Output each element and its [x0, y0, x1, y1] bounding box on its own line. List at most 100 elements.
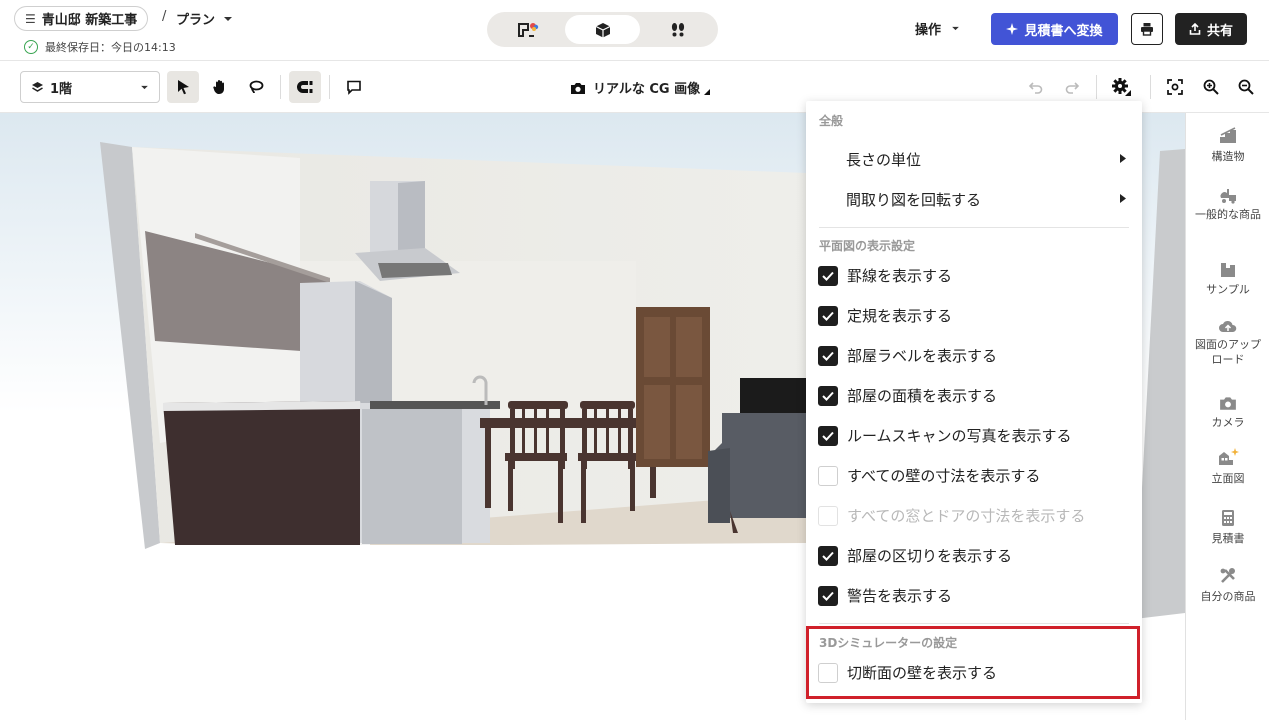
- option-show-room-area[interactable]: 部屋の面積を表示する: [818, 385, 997, 406]
- menu-divider: [819, 623, 1129, 624]
- convert-to-estimate-button[interactable]: 見積書へ変換: [991, 13, 1118, 45]
- saved-text: 最終保存日：今日の14:13: [45, 41, 176, 54]
- gear-icon: [1112, 78, 1131, 96]
- right-sidebar: 構造物 一般的な商品 サンプル 図面のアップロード カメラ 立面図 見積書 自分…: [1185, 113, 1269, 720]
- breadcrumb-separator: /: [162, 9, 167, 24]
- lasso-tool-button[interactable]: [240, 71, 272, 103]
- option-label: 罫線を表示する: [847, 267, 953, 285]
- chevron-right-icon: [1120, 154, 1126, 163]
- option-show-window-door-dimensions: すべての窓とドアの寸法を表示する: [818, 505, 1085, 526]
- checkbox-unchecked[interactable]: [818, 465, 838, 486]
- my-products-tools-icon: [1220, 568, 1235, 583]
- option-show-warnings[interactable]: 警告を表示する: [818, 585, 952, 606]
- view-2d-button[interactable]: [490, 15, 565, 44]
- floor-select[interactable]: 1階: [20, 71, 160, 103]
- sidebar-item-general-products[interactable]: 一般的な商品: [1186, 185, 1269, 223]
- option-label: 警告を表示する: [847, 587, 953, 605]
- plan-name: プラン: [176, 13, 216, 28]
- magnet-icon: [297, 81, 313, 93]
- share-button-label: 共有: [1206, 23, 1233, 39]
- sidebar-item-label: 構造物: [1211, 150, 1245, 163]
- option-show-ruler[interactable]: 定規を表示する: [818, 305, 952, 326]
- menu-item-rotate-plan[interactable]: 間取り図を回転する: [846, 189, 981, 210]
- general-products-icon: [1220, 189, 1236, 204]
- view-mode-toggle: [487, 12, 718, 47]
- sidebar-item-label: サンプル: [1206, 283, 1250, 296]
- sidebar-item-label: カメラ: [1211, 416, 1245, 429]
- sidebar-item-upload-drawing[interactable]: 図面のアップロード: [1186, 319, 1269, 368]
- option-show-room-dividers[interactable]: 部屋の区切りを表示する: [818, 545, 1012, 566]
- operations-label: 操作: [915, 23, 942, 38]
- zoom-in-button[interactable]: [1195, 71, 1227, 103]
- option-show-grid[interactable]: 罫線を表示する: [818, 265, 952, 286]
- lasso-icon: [249, 80, 264, 94]
- view-3d-button[interactable]: [565, 15, 640, 44]
- menu-item-length-unit[interactable]: 長さの単位: [846, 149, 921, 170]
- floor-select-value: 1階: [50, 81, 73, 97]
- option-label: 部屋ラベルを表示する: [847, 347, 998, 365]
- cube-3d-icon: [595, 22, 610, 37]
- checkbox-checked[interactable]: [818, 265, 838, 286]
- estimate-button-label: 見積書へ変換: [1024, 23, 1103, 39]
- sparkle-icon: [1006, 23, 1019, 35]
- hand-icon: [213, 80, 224, 94]
- upload-cloud-icon: [1219, 320, 1237, 332]
- camera-icon: [1220, 397, 1236, 410]
- operations-menu[interactable]: 操作: [915, 19, 960, 38]
- zoom-out-button[interactable]: [1230, 71, 1262, 103]
- option-show-room-labels[interactable]: 部屋ラベルを表示する: [818, 345, 997, 366]
- undo-button[interactable]: [1020, 71, 1052, 103]
- option-show-all-wall-dimensions[interactable]: すべての壁の寸法を表示する: [818, 465, 1040, 486]
- sidebar-item-samples[interactable]: サンプル: [1186, 260, 1269, 297]
- settings-button[interactable]: [1106, 71, 1138, 103]
- walkthrough-footprints-icon: [671, 22, 684, 36]
- checkbox-checked[interactable]: [818, 545, 838, 566]
- sidebar-item-label: 一般的な商品: [1195, 208, 1261, 221]
- share-button[interactable]: 共有: [1175, 13, 1247, 45]
- sidebar-item-label: 自分の商品: [1200, 590, 1256, 603]
- calculator-icon: [1222, 510, 1234, 526]
- sidebar-item-estimate[interactable]: 見積書: [1186, 509, 1269, 546]
- chevron-down-icon: [141, 85, 148, 89]
- chevron-down-icon: [952, 26, 959, 31]
- redo-button[interactable]: [1056, 71, 1088, 103]
- select-tool-button[interactable]: [167, 71, 199, 103]
- focus-frame-icon: [1167, 79, 1183, 95]
- option-label: ルームスキャンの写真を表示する: [847, 427, 1072, 445]
- checkbox-checked[interactable]: [818, 345, 838, 366]
- option-label: すべての壁の寸法を表示する: [847, 467, 1041, 485]
- zoom-in-icon: [1203, 79, 1219, 95]
- option-label: 部屋の区切りを表示する: [847, 547, 1013, 565]
- checkbox-disabled: [818, 505, 838, 526]
- share-upload-icon: [1189, 23, 1201, 35]
- sidebar-item-camera[interactable]: カメラ: [1186, 395, 1269, 430]
- magnet-snap-button[interactable]: [289, 71, 321, 103]
- camera-icon: [571, 82, 585, 94]
- highlight-box: [806, 626, 1140, 699]
- checkbox-checked[interactable]: [818, 305, 838, 326]
- sidebar-item-label: 図面のアップロード: [1195, 338, 1261, 366]
- corner-triangle-icon: [704, 89, 711, 95]
- print-button[interactable]: [1131, 13, 1163, 45]
- comment-button[interactable]: [338, 71, 370, 103]
- option-label: すべての窓とドアの寸法を表示する: [847, 507, 1086, 525]
- fit-view-button[interactable]: [1159, 71, 1191, 103]
- sidebar-item-elevation[interactable]: 立面図: [1186, 447, 1269, 486]
- saved-check-icon: ✓: [24, 40, 38, 54]
- sidebar-item-structure[interactable]: 構造物: [1186, 127, 1269, 164]
- realistic-render-button[interactable]: リアルな CG 画像: [570, 78, 711, 97]
- render-button-label: リアルな CG 画像: [593, 82, 701, 97]
- sidebar-item-label: 見積書: [1211, 532, 1245, 545]
- toolbar-divider: [1150, 75, 1151, 99]
- plan-selector[interactable]: プラン: [176, 9, 233, 28]
- floorplan-2d-icon: [517, 22, 538, 37]
- view-walkthrough-button[interactable]: [640, 15, 715, 44]
- checkbox-checked[interactable]: [818, 425, 838, 446]
- sidebar-item-my-products[interactable]: 自分の商品: [1186, 567, 1269, 604]
- option-show-roomscan-photos[interactable]: ルームスキャンの写真を表示する: [818, 425, 1072, 446]
- settings-dropdown-menu: 全般 長さの単位 間取り図を回転する 平面図の表示設定 罫線を表示する 定規を表…: [806, 101, 1142, 703]
- checkbox-checked[interactable]: [818, 585, 838, 606]
- project-menu-button[interactable]: ☰ 青山邸 新築工事: [14, 6, 149, 31]
- pan-tool-button[interactable]: [204, 71, 236, 103]
- checkbox-checked[interactable]: [818, 385, 838, 406]
